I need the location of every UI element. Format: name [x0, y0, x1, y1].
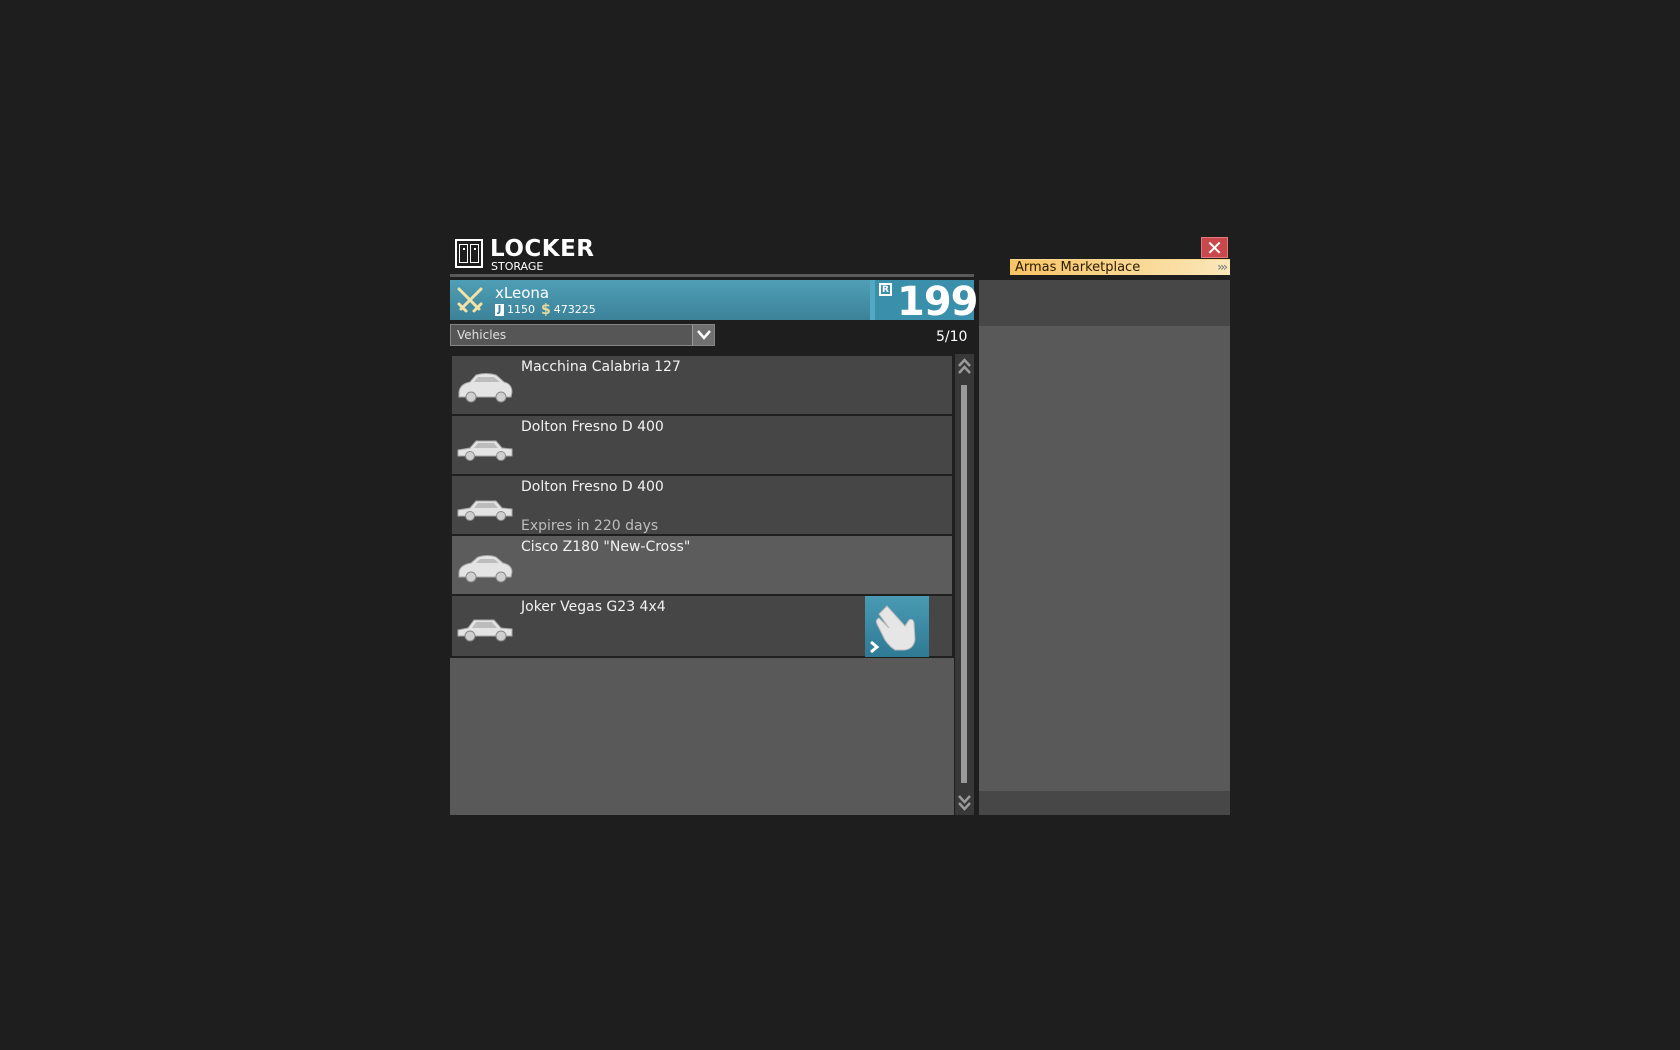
details-header — [979, 280, 1230, 326]
car-icon — [457, 619, 513, 642]
car-icon — [457, 440, 513, 461]
list-item[interactable]: Cisco Z180 "New-Cross" — [450, 534, 954, 598]
details-panel — [979, 326, 1230, 791]
item-name: Cisco Z180 "New-Cross" — [521, 539, 691, 555]
list-item[interactable]: Joker Vegas G23 4x4 — [450, 594, 954, 658]
category-selected: Vehicles — [457, 328, 507, 342]
header-divider — [450, 274, 974, 277]
item-name: Dolton Fresno D 400 — [521, 479, 664, 495]
close-icon: ✕ — [1206, 235, 1223, 260]
window-title: LOCKER — [490, 236, 595, 262]
scroll-down-icon[interactable] — [957, 791, 972, 813]
marketplace-label: Armas Marketplace — [1015, 260, 1141, 275]
list-scrollbar[interactable] — [955, 354, 974, 815]
car-icon — [457, 500, 513, 521]
marketplace-link[interactable]: Armas Marketplace ››› — [1010, 259, 1230, 275]
locker-window: LOCKER STORAGE ✕ Armas Marketplace ››› x… — [450, 233, 1230, 815]
close-button[interactable]: ✕ — [1201, 237, 1228, 258]
dropdown-toggle[interactable] — [692, 325, 714, 345]
rank-icon: R — [879, 283, 892, 296]
storage-capacity: 5/10 — [936, 329, 968, 345]
window-subtitle: STORAGE — [491, 260, 544, 273]
list-item[interactable]: Dolton Fresno D 400 Expires in 220 days — [450, 474, 954, 538]
crossed-swords-icon — [457, 287, 483, 313]
chevrons-right-icon: ››› — [1217, 260, 1228, 274]
item-name: Joker Vegas G23 4x4 — [521, 599, 666, 615]
jcoin-icon: J — [495, 304, 504, 316]
player-name: xLeona — [495, 284, 550, 302]
item-name: Macchina Calabria 127 — [521, 359, 681, 375]
rank-box: R 199 — [870, 280, 978, 324]
hand-icon — [870, 605, 916, 654]
item-expiry: Expires in 220 days — [521, 518, 659, 534]
category-dropdown[interactable]: Vehicles — [450, 324, 715, 346]
scrollbar-thumb[interactable] — [961, 385, 967, 783]
list-item[interactable]: Macchina Calabria 127 — [450, 354, 954, 418]
take-out-button[interactable] — [865, 596, 929, 657]
player-currency: J 1150 $ 473225 — [495, 303, 596, 317]
rank-value: 199 — [897, 279, 978, 325]
list-item[interactable]: Dolton Fresno D 400 — [450, 414, 954, 478]
locker-icon — [455, 239, 483, 268]
money-icon: $ — [541, 302, 551, 318]
car-icon — [458, 555, 513, 583]
details-footer — [979, 791, 1230, 815]
jcoin-balance: 1150 — [507, 303, 535, 316]
chevron-down-icon — [696, 330, 711, 340]
scroll-up-icon[interactable] — [957, 356, 972, 378]
money-balance: 473225 — [553, 303, 596, 316]
car-icon — [458, 373, 513, 403]
item-name: Dolton Fresno D 400 — [521, 419, 664, 435]
item-list: Macchina Calabria 127 Dolton Fresno D 40… — [450, 354, 954, 815]
